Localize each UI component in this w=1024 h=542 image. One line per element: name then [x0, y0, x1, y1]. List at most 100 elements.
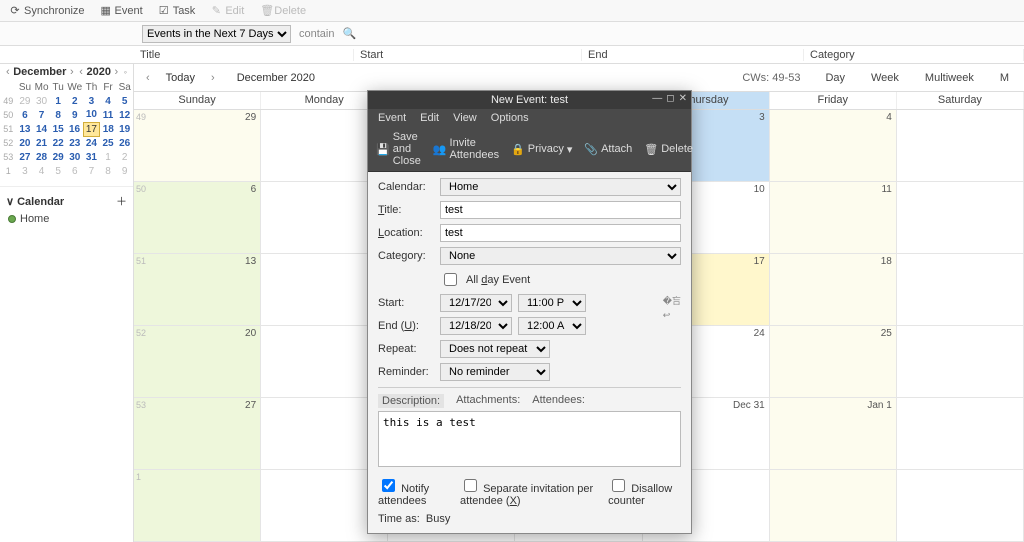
dialog-delete-button[interactable]: 🗑Delete: [644, 131, 693, 167]
day-cell[interactable]: [897, 110, 1024, 182]
col-start[interactable]: Start: [354, 49, 582, 61]
mini-day[interactable]: 6: [17, 108, 34, 122]
notify-attendees[interactable]: Notify attendees: [378, 476, 450, 507]
synchronize-button[interactable]: ⟳Synchronize: [6, 2, 89, 19]
calendar-select[interactable]: Home: [440, 178, 681, 196]
day-cell[interactable]: [897, 182, 1024, 254]
mini-day[interactable]: 3: [17, 164, 34, 178]
mini-day[interactable]: 8: [50, 108, 67, 122]
mini-day[interactable]: 17: [83, 122, 100, 136]
mini-day[interactable]: 1: [50, 94, 67, 108]
mini-calendar[interactable]: SuMoTuWeThFrSa 4929301234550678910111251…: [0, 80, 133, 178]
mini-day[interactable]: 4: [100, 94, 117, 108]
save-close-button[interactable]: 💾Save and Close: [376, 131, 421, 167]
prev-month-icon[interactable]: ‹: [4, 66, 12, 78]
time-as-value[interactable]: Busy: [426, 513, 450, 525]
day-cell[interactable]: 506: [134, 182, 261, 254]
mini-day[interactable]: 18: [100, 122, 117, 136]
timezone-toggle-icon[interactable]: �吂: [663, 294, 681, 307]
privacy-menu[interactable]: 🔒Privacy ▾: [511, 131, 572, 167]
start-date-input[interactable]: 12/17/20: [440, 294, 512, 312]
mini-day[interactable]: 23: [67, 136, 84, 150]
day-cell[interactable]: 1: [134, 470, 261, 542]
day-cell[interactable]: [897, 254, 1024, 326]
day-cell[interactable]: [897, 398, 1024, 470]
day-cell[interactable]: 11: [770, 182, 897, 254]
view-day[interactable]: Day: [818, 69, 852, 87]
mini-day[interactable]: 9: [67, 108, 84, 122]
mini-day[interactable]: 19: [116, 122, 133, 136]
mini-day[interactable]: 24: [83, 136, 100, 150]
prev-year-icon[interactable]: ‹: [77, 66, 85, 78]
minimize-icon[interactable]: —: [652, 93, 662, 104]
mini-day[interactable]: 2: [67, 94, 84, 108]
col-category[interactable]: Category: [804, 49, 1024, 61]
menu-event[interactable]: Event: [378, 112, 406, 124]
mini-day[interactable]: 15: [50, 122, 67, 136]
new-task-button[interactable]: ☑Task: [155, 2, 200, 19]
tab-attachments[interactable]: Attachments:: [456, 394, 520, 408]
mini-day[interactable]: 20: [17, 136, 34, 150]
category-select[interactable]: None: [440, 247, 681, 265]
day-cell[interactable]: 5327: [134, 398, 261, 470]
end-date-input[interactable]: 12/18/20: [440, 317, 512, 335]
day-cell[interactable]: 25: [770, 326, 897, 398]
add-calendar-icon[interactable]: ＋: [116, 193, 127, 209]
mini-day[interactable]: 1: [100, 150, 117, 164]
mini-day[interactable]: 29: [17, 94, 34, 108]
day-cell[interactable]: [897, 326, 1024, 398]
dialog-titlebar[interactable]: New Event: test — ◻ ✕: [368, 91, 691, 109]
mini-day[interactable]: 7: [83, 164, 100, 178]
day-cell[interactable]: [897, 470, 1024, 542]
mini-year-label[interactable]: 2020: [86, 66, 110, 78]
mini-day[interactable]: 3: [83, 94, 100, 108]
menu-edit[interactable]: Edit: [420, 112, 439, 124]
mini-day[interactable]: 30: [33, 94, 50, 108]
mini-day[interactable]: 26: [116, 136, 133, 150]
mini-day[interactable]: 28: [33, 150, 50, 164]
menu-options[interactable]: Options: [491, 112, 529, 124]
mini-day[interactable]: 29: [50, 150, 67, 164]
view-week[interactable]: Week: [864, 69, 906, 87]
view-multiweek[interactable]: Multiweek: [918, 69, 981, 87]
tab-attendees[interactable]: Attendees:: [532, 394, 585, 408]
mini-day[interactable]: 5: [50, 164, 67, 178]
end-time-input[interactable]: 12:00 AM: [518, 317, 586, 335]
title-input[interactable]: [440, 201, 681, 219]
day-cell[interactable]: 18: [770, 254, 897, 326]
maximize-icon[interactable]: ◻: [666, 93, 674, 104]
link-times-icon[interactable]: ↩: [663, 310, 681, 321]
mini-day[interactable]: 27: [17, 150, 34, 164]
tab-description[interactable]: Description:: [378, 394, 444, 408]
allday-checkbox[interactable]: [444, 273, 457, 286]
next-period-icon[interactable]: ›: [207, 72, 219, 84]
day-cell[interactable]: 5220: [134, 326, 261, 398]
range-select[interactable]: Events in the Next 7 Days: [142, 25, 291, 43]
separate-invitation[interactable]: Separate invitation per attendee (X): [460, 476, 598, 507]
mini-day[interactable]: 5: [116, 94, 133, 108]
start-time-input[interactable]: 11:00 PM: [518, 294, 586, 312]
disallow-counter[interactable]: Disallow counter: [608, 476, 681, 507]
mini-day[interactable]: 4: [33, 164, 50, 178]
attach-button[interactable]: 📎Attach: [584, 131, 632, 167]
mini-day[interactable]: 10: [83, 108, 100, 122]
col-end[interactable]: End: [582, 49, 804, 61]
today-button[interactable]: Today: [166, 72, 195, 84]
prev-period-icon[interactable]: ‹: [142, 72, 154, 84]
new-event-button[interactable]: ▦Event: [97, 2, 147, 19]
mini-day[interactable]: 6: [67, 164, 84, 178]
day-cell[interactable]: Jan 1: [770, 398, 897, 470]
mini-day[interactable]: 31: [83, 150, 100, 164]
mini-day[interactable]: 14: [33, 122, 50, 136]
menu-view[interactable]: View: [453, 112, 477, 124]
next-month-icon[interactable]: ›: [68, 66, 76, 78]
mini-day[interactable]: 25: [100, 136, 117, 150]
mini-day[interactable]: 9: [116, 164, 133, 178]
description-textarea[interactable]: this is a test: [378, 411, 681, 467]
day-cell[interactable]: [770, 470, 897, 542]
col-title[interactable]: Title: [134, 49, 354, 61]
close-icon[interactable]: ✕: [679, 93, 687, 104]
mini-day[interactable]: 13: [17, 122, 34, 136]
mini-day[interactable]: 12: [116, 108, 133, 122]
mini-day[interactable]: 22: [50, 136, 67, 150]
